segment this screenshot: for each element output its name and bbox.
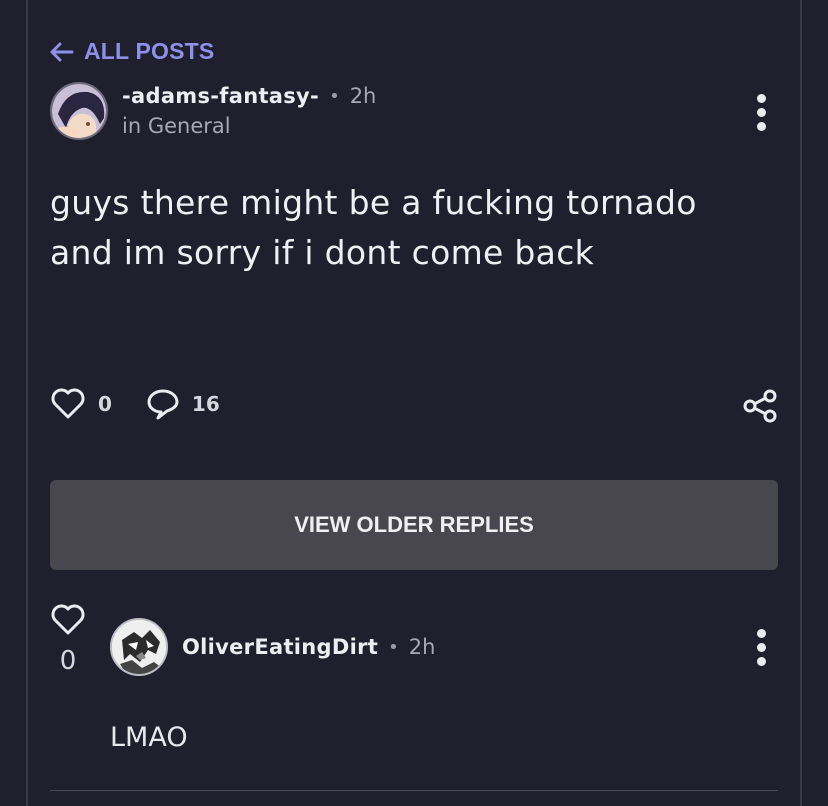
post-actions: 0 16 [50, 388, 220, 420]
speech-bubble-icon [147, 389, 179, 420]
meta-separator: • [388, 636, 399, 658]
post-author-name[interactable]: -adams-fantasy- [122, 84, 319, 108]
post-body: guys there might be a fucking tornado an… [50, 178, 770, 278]
more-dot-icon [757, 108, 766, 117]
heart-icon [51, 388, 85, 419]
reply-more-options-button[interactable] [757, 629, 766, 666]
post-header: -adams-fantasy- • 2h in General [50, 82, 376, 140]
meta-separator: • [329, 85, 340, 107]
post-more-options-button[interactable] [757, 94, 766, 131]
reply-author-name[interactable]: OliverEatingDirt [182, 635, 378, 659]
heart-icon [51, 604, 85, 635]
like-button[interactable]: 0 [50, 388, 112, 420]
more-dot-icon [757, 657, 766, 666]
back-label: ALL POSTS [84, 38, 215, 64]
arrow-left-icon [50, 42, 74, 61]
more-dot-icon [757, 629, 766, 638]
share-button[interactable] [742, 389, 778, 427]
share-icon [743, 389, 777, 423]
more-dot-icon [757, 94, 766, 103]
post-timestamp: 2h [349, 84, 377, 108]
author-avatar[interactable] [50, 82, 108, 140]
reply-body: LMAO [110, 722, 188, 753]
like-count: 0 [98, 392, 112, 416]
comment-button[interactable]: 16 [146, 388, 220, 420]
back-to-all-posts-link[interactable]: ALL POSTS [50, 38, 214, 65]
reply-timestamp: 2h [408, 635, 436, 659]
reply-like-count: 0 [59, 646, 77, 676]
reply-header: OliverEatingDirt • 2h [110, 618, 435, 676]
more-dot-icon [757, 122, 766, 131]
comment-count: 16 [191, 392, 220, 416]
post-body-line: guys there might be a fucking tornado [50, 183, 697, 222]
view-older-replies-button[interactable]: VIEW OLDER REPLIES [50, 480, 778, 570]
post-body-line: and im sorry if i dont come back [50, 233, 595, 272]
reply-author-avatar[interactable] [110, 618, 168, 676]
reply-like-button[interactable]: 0 [50, 604, 86, 676]
post-community[interactable]: in General [122, 114, 376, 138]
more-dot-icon [757, 643, 766, 652]
reply-divider [50, 790, 778, 791]
